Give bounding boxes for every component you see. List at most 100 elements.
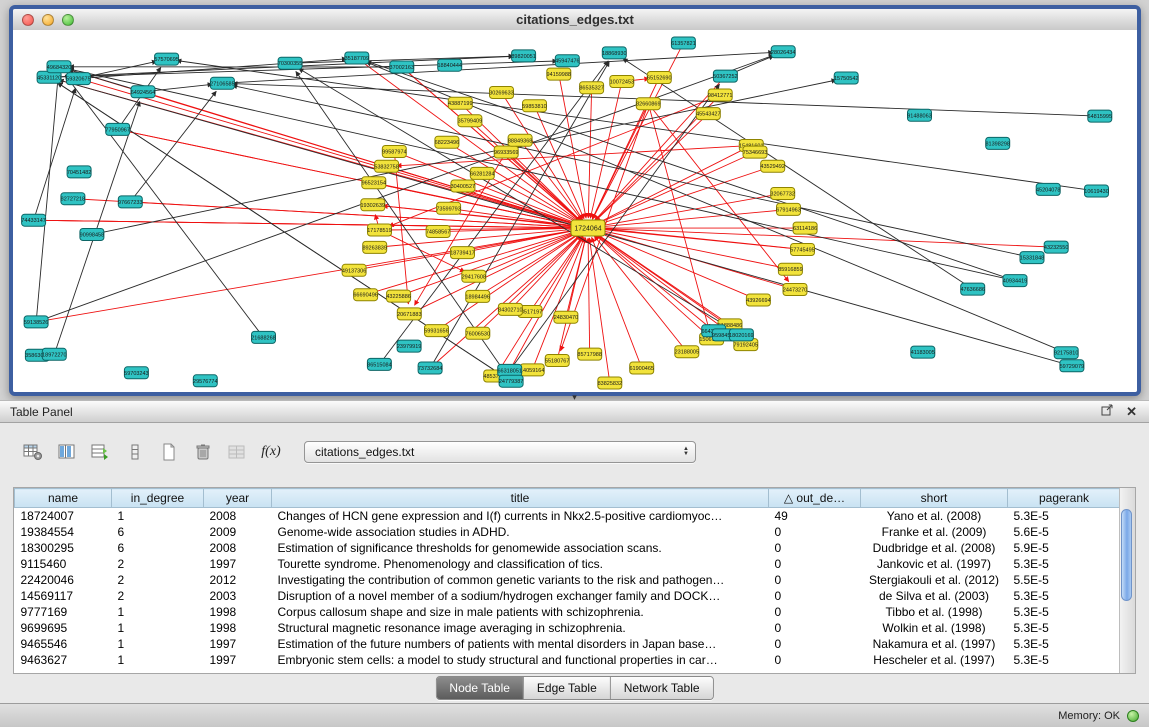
cell-out_degree[interactable]: 0 [769,556,861,572]
table-row[interactable]: 969969511998Structural magnetic resonanc… [15,620,1120,636]
cell-name[interactable]: 14569117 [15,588,112,604]
zoom-window-button[interactable] [62,14,74,26]
column-header-pagerank[interactable]: pagerank [1008,489,1120,508]
cell-short[interactable]: Dudbridge et al. (2008) [861,540,1008,556]
network-edge[interactable] [595,235,707,335]
new-column-button[interactable] [86,439,116,465]
cell-out_degree[interactable]: 0 [769,604,861,620]
cell-year[interactable]: 1998 [204,620,272,636]
table-row[interactable]: 977716911998Corpus callosum shape and si… [15,604,1120,620]
table-row[interactable]: 1872400712008Changes of HCN gene express… [15,508,1120,525]
cell-pagerank[interactable]: 5.3E-5 [1008,556,1120,572]
cell-out_degree[interactable]: 0 [769,540,861,556]
cell-pagerank[interactable]: 5.6E-5 [1008,524,1120,540]
cell-name[interactable]: 18724007 [15,508,112,525]
table-scroll-area[interactable]: namein_degreeyeartitle△ out_de…shortpage… [14,488,1119,673]
network-edge[interactable] [592,237,640,362]
table-row[interactable]: 2242004622012Investigating the contribut… [15,572,1120,588]
cell-in_degree[interactable]: 1 [112,620,204,636]
cell-in_degree[interactable]: 2 [112,588,204,604]
network-edge[interactable] [483,233,580,293]
cell-short[interactable]: Nakamura et al. (1997) [861,636,1008,652]
cell-short[interactable]: Hescheler et al. (1997) [861,652,1008,668]
network-canvas[interactable]: 6311418657745495859168592447327043926694… [13,30,1137,392]
network-edge[interactable] [40,220,578,228]
scrollbar-thumb[interactable] [1121,509,1132,601]
cell-out_degree[interactable]: 0 [769,652,861,668]
cell-name[interactable]: 18300295 [15,540,112,556]
cell-title[interactable]: Changes of HCN gene expression and I(f) … [272,508,769,525]
network-edge[interactable] [596,234,736,332]
window-titlebar[interactable]: citations_edges.txt [13,9,1137,31]
network-edge[interactable] [37,77,58,316]
column-header-year[interactable]: year [204,489,272,508]
cell-year[interactable]: 1997 [204,556,272,572]
column-header-short[interactable]: short [861,489,1008,508]
cell-title[interactable]: Estimation of the future numbers of pati… [272,636,769,652]
table-row[interactable]: 946362711997Embryonic stem cells: a mode… [15,652,1120,668]
cell-pagerank[interactable]: 5.3E-5 [1008,508,1120,525]
network-edge[interactable] [596,234,709,327]
memory-indicator-button[interactable] [1127,710,1139,722]
table-scrollbar[interactable] [1119,488,1135,673]
network-edge[interactable] [149,84,213,91]
row-height-button[interactable] [120,439,150,465]
cell-name[interactable]: 9777169 [15,604,112,620]
new-row-button[interactable] [154,439,184,465]
cell-year[interactable]: 1998 [204,604,272,620]
cell-name[interactable]: 9115460 [15,556,112,572]
network-edge[interactable] [232,84,1093,116]
cell-title[interactable]: Corpus callosum shape and size in male p… [272,604,769,620]
cell-title[interactable]: Structural magnetic resonance image aver… [272,620,769,636]
network-edge[interactable] [397,146,746,166]
network-edge[interactable] [513,84,719,365]
cell-title[interactable]: Embryonic stem cells: a model to study s… [272,652,769,668]
cell-out_degree[interactable]: 0 [769,524,861,540]
table-row[interactable]: 1830029562008Estimation of significance … [15,540,1120,556]
table-select-dropdown[interactable]: citations_edges.txt ▲ ▼ [304,441,696,463]
cell-year[interactable]: 2003 [204,588,272,604]
cell-out_degree[interactable]: 49 [769,508,861,525]
delete-row-button[interactable] [188,439,218,465]
cell-in_degree[interactable]: 2 [112,556,204,572]
cell-year[interactable]: 2012 [204,572,272,588]
column-header-name[interactable]: name [15,489,112,508]
cell-out_degree[interactable]: 0 [769,620,861,636]
cell-title[interactable]: Estimation of significance thresholds fo… [272,540,769,556]
cell-in_degree[interactable]: 6 [112,540,204,556]
cell-pagerank[interactable]: 5.3E-5 [1008,620,1120,636]
cell-name[interactable]: 9465546 [15,636,112,652]
column-header-title[interactable]: title [272,489,769,508]
cell-name[interactable]: 9699695 [15,620,112,636]
tab-network-table[interactable]: Network Table [611,677,713,699]
cell-pagerank[interactable]: 5.3E-5 [1008,588,1120,604]
network-edge[interactable] [513,237,584,365]
cell-short[interactable]: Stergiakouli et al. (2012) [861,572,1008,588]
table-row[interactable]: 1456911722003Disruption of a novel membe… [15,588,1120,604]
cell-pagerank[interactable]: 5.3E-5 [1008,652,1120,668]
network-graph[interactable]: 6311418657745495859168592447327043926694… [13,30,1137,392]
network-edge[interactable] [65,75,260,333]
cell-pagerank[interactable]: 5.5E-5 [1008,572,1120,588]
cell-year[interactable]: 2008 [204,508,272,525]
tab-node-table[interactable]: Node Table [436,677,524,699]
cell-year[interactable]: 2009 [204,524,272,540]
network-edge[interactable] [366,61,1009,279]
float-panel-icon[interactable] [1101,403,1114,421]
cell-short[interactable]: Tibbo et al. (1998) [861,604,1008,620]
column-header-out_degree[interactable]: △ out_de… [769,489,861,508]
import-table-button[interactable] [222,439,252,465]
cell-out_degree[interactable]: 0 [769,636,861,652]
cell-pagerank[interactable]: 5.3E-5 [1008,604,1120,620]
cell-in_degree[interactable]: 1 [112,652,204,668]
table-row[interactable]: 1938455462009Genome-wide association stu… [15,524,1120,540]
cell-short[interactable]: Franke et al. (2009) [861,524,1008,540]
cell-in_degree[interactable]: 1 [112,508,204,525]
cell-name[interactable]: 9463627 [15,652,112,668]
table-row[interactable]: 911546021997Tourette syndrome. Phenomeno… [15,556,1120,572]
cell-short[interactable]: de Silva et al. (2003) [861,588,1008,604]
cell-year[interactable]: 1997 [204,636,272,652]
cell-in_degree[interactable]: 6 [112,524,204,540]
cell-out_degree[interactable]: 0 [769,572,861,588]
cell-pagerank[interactable]: 5.9E-5 [1008,540,1120,556]
